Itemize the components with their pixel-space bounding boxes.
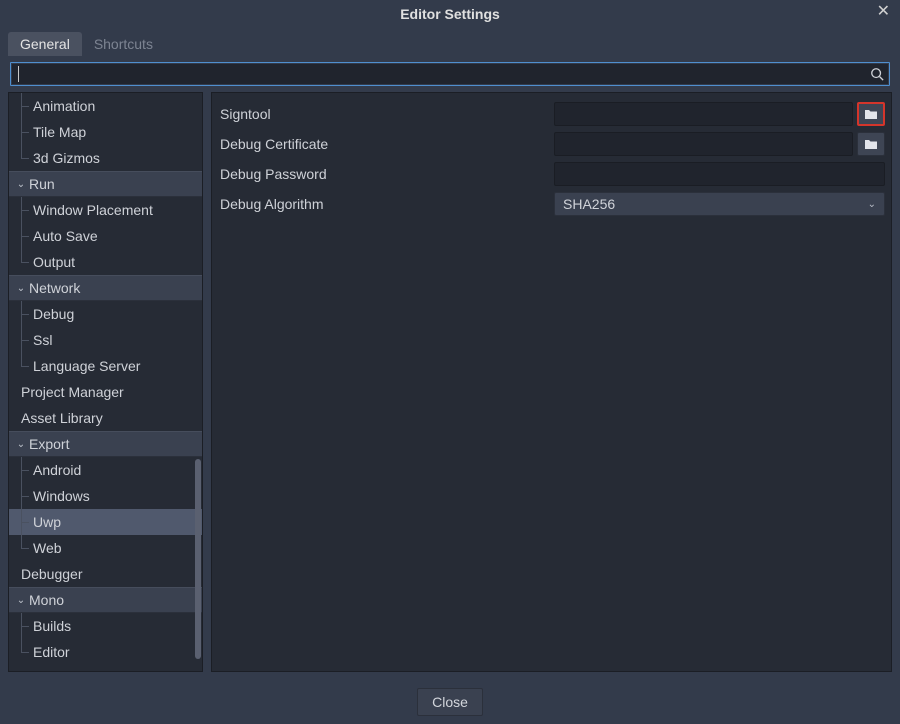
sidebar-item-windows[interactable]: Windows (9, 483, 202, 509)
dialog-footer: Close (0, 680, 900, 724)
titlebar: Editor Settings ✕ (0, 0, 900, 28)
sidebar-item-web[interactable]: Web (9, 535, 202, 561)
sidebar-item-window-placement[interactable]: Window Placement (9, 197, 202, 223)
tab-shortcuts[interactable]: Shortcuts (82, 32, 165, 56)
settings-tree: Animation Tile Map 3d Gizmos ⌄Run Window… (8, 92, 203, 672)
close-icon[interactable]: ✕ (877, 4, 890, 20)
sidebar-item-animation[interactable]: Animation (9, 93, 202, 119)
properties-panel: Signtool Debug Certificate (211, 92, 892, 672)
tab-bar: General Shortcuts (0, 28, 900, 56)
folder-icon (864, 138, 878, 150)
search-input[interactable] (19, 64, 870, 84)
chevron-down-icon: ⌄ (15, 439, 27, 450)
chevron-down-icon: ⌄ (15, 283, 27, 294)
sidebar-category-mono[interactable]: ⌄Mono (9, 587, 202, 613)
debug-algorithm-select[interactable]: SHA256 ⌄ (554, 192, 885, 216)
select-value: SHA256 (563, 196, 615, 212)
sidebar-category-network[interactable]: ⌄Network (9, 275, 202, 301)
debug-certificate-browse-button[interactable] (857, 132, 885, 156)
debug-certificate-input[interactable] (554, 132, 853, 156)
sidebar-item-language-server[interactable]: Language Server (9, 353, 202, 379)
sidebar-item-asset-library[interactable]: Asset Library (9, 405, 202, 431)
search-icon (870, 67, 884, 81)
property-row-debug-certificate: Debug Certificate (218, 129, 885, 159)
sidebar-item-project-manager[interactable]: Project Manager (9, 379, 202, 405)
search-bar[interactable] (12, 64, 888, 84)
sidebar-item-tile-map[interactable]: Tile Map (9, 119, 202, 145)
debug-password-input[interactable] (554, 162, 885, 186)
sidebar-item-debug[interactable]: Debug (9, 301, 202, 327)
chevron-down-icon: ⌄ (15, 595, 27, 606)
search-container (0, 56, 900, 92)
tab-general[interactable]: General (8, 32, 82, 56)
sidebar-item-android[interactable]: Android (9, 457, 202, 483)
main-area: Animation Tile Map 3d Gizmos ⌄Run Window… (0, 92, 900, 680)
sidebar-item-builds[interactable]: Builds (9, 613, 202, 639)
folder-icon (864, 108, 878, 120)
sidebar-item-auto-save[interactable]: Auto Save (9, 223, 202, 249)
property-row-debug-algorithm: Debug Algorithm SHA256 ⌄ (218, 189, 885, 219)
sidebar-item-output[interactable]: Output (9, 249, 202, 275)
search-focus-ring (10, 62, 890, 86)
sidebar-item-editor[interactable]: Editor (9, 639, 202, 665)
sidebar-item-ssl[interactable]: Ssl (9, 327, 202, 353)
signtool-input[interactable] (554, 102, 853, 126)
scrollbar-thumb[interactable] (195, 459, 201, 659)
property-label: Debug Password (218, 166, 548, 182)
chevron-down-icon: ⌄ (868, 199, 876, 210)
property-row-signtool: Signtool (218, 99, 885, 129)
sidebar-category-export[interactable]: ⌄Export (9, 431, 202, 457)
signtool-browse-button[interactable] (857, 102, 885, 126)
property-row-debug-password: Debug Password (218, 159, 885, 189)
sidebar-item-3d-gizmos[interactable]: 3d Gizmos (9, 145, 202, 171)
window-title: Editor Settings (400, 6, 500, 22)
property-label: Debug Algorithm (218, 196, 548, 212)
property-label: Debug Certificate (218, 136, 548, 152)
property-label: Signtool (218, 106, 548, 122)
sidebar-item-debugger[interactable]: Debugger (9, 561, 202, 587)
sidebar-item-uwp[interactable]: Uwp (9, 509, 202, 535)
close-button[interactable]: Close (417, 688, 483, 716)
chevron-down-icon: ⌄ (15, 179, 27, 190)
sidebar-category-run[interactable]: ⌄Run (9, 171, 202, 197)
